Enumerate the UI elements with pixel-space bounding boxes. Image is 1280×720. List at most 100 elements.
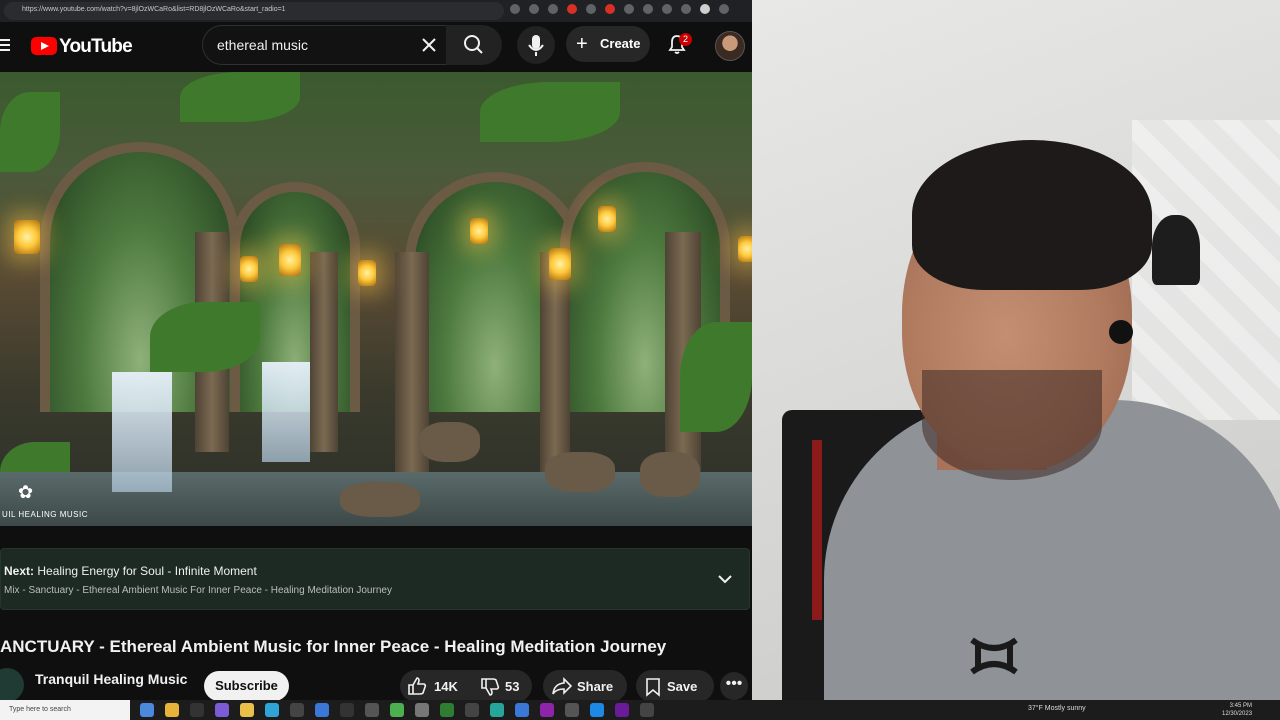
video-pillar [310,252,338,452]
extension-icon[interactable] [624,4,634,14]
lantern [598,206,616,232]
app-icon[interactable] [415,703,429,717]
up-next-label: Next: [4,564,35,578]
file-explorer-icon[interactable] [240,703,254,717]
lantern [240,256,258,282]
star-icon[interactable] [548,4,558,14]
user-avatar[interactable] [715,31,745,61]
close-icon[interactable] [421,37,437,53]
lantern [14,220,40,254]
share-button[interactable]: Share [543,670,627,700]
up-next-title[interactable]: Healing Energy for Soul - Infinite Momen… [37,564,256,578]
plus-icon: + [576,33,588,55]
weather-widget[interactable]: 37°F Mostly sunny [1028,705,1086,712]
taskbar-search-input[interactable]: Type here to search [0,700,130,720]
app-icon[interactable] [190,703,204,717]
search-query: ethereal music [217,37,309,53]
search-button[interactable] [446,25,502,65]
share-label: Share [577,679,614,694]
youtube-wordmark[interactable]: YouTube [59,36,133,58]
puzzle-icon[interactable] [681,4,691,14]
lantern [738,236,752,262]
more-options-button[interactable]: ••• [720,672,748,700]
clock-date: 12/30/2023 [1222,711,1253,717]
task-view-icon[interactable] [140,703,154,717]
channel-watermark: ✿ UIL HEALING MUSIC [2,482,92,522]
up-next-bar[interactable]: Next: Healing Energy for Soul - Infinite… [0,548,750,610]
watermark-text: UIL HEALING MUSIC [2,510,88,519]
waterfall [262,362,310,462]
thumbs-down-icon[interactable] [479,677,501,697]
channel-name[interactable]: Tranquil Healing Music [35,671,187,687]
app-icon[interactable] [640,703,654,717]
app-icon[interactable] [615,703,629,717]
microphone-icon [528,35,544,56]
browser-extensions [510,4,729,14]
app-icon[interactable] [440,703,454,717]
like-count[interactable]: 14K [434,679,458,694]
foliage [0,92,60,172]
foliage [480,82,620,142]
lantern [549,248,571,280]
app-icon[interactable] [490,703,504,717]
rock [420,422,480,462]
edge-icon[interactable] [265,703,279,717]
extension-icon[interactable] [662,4,672,14]
lantern [279,244,301,276]
subscribe-button[interactable]: Subscribe [204,671,289,700]
channel-avatar[interactable] [0,668,24,700]
extension-icon[interactable] [567,4,577,14]
lantern [470,218,488,244]
playlist-mix-title[interactable]: Mix - Sanctuary - Ethereal Ambient Music… [4,585,392,596]
extension-icon[interactable] [586,4,596,14]
dislike-count[interactable]: 53 [505,679,519,694]
hamburger-menu-icon[interactable] [0,39,10,53]
bookmark-icon [646,678,660,697]
waterfall [112,372,172,492]
youtube-logo-icon[interactable] [31,37,57,55]
app-icon[interactable] [315,703,329,717]
rock [640,452,700,497]
webcam-feed [752,0,1280,704]
lotus-icon: ✿ [18,482,34,502]
app-icon[interactable] [590,703,604,717]
foliage [150,302,260,372]
extension-icon[interactable] [510,4,520,14]
extension-icon[interactable] [643,4,653,14]
search-icon [464,35,483,54]
thumbs-up-icon[interactable] [406,676,428,696]
app-icon[interactable] [290,703,304,717]
record-icon[interactable] [605,4,615,14]
app-icon[interactable] [365,703,379,717]
menu-dots-icon[interactable] [719,4,729,14]
chevron-down-icon[interactable] [717,574,733,584]
save-label: Save [667,679,698,694]
app-icon[interactable] [390,703,404,717]
create-label: Create [600,36,641,51]
share-icon [552,677,573,695]
youtube-header: YouTube ethereal music + Create 2 [0,22,752,72]
search-input[interactable]: ethereal music [202,25,448,65]
app-icon[interactable] [515,703,529,717]
rock [545,452,615,492]
app-icon[interactable] [465,703,479,717]
earbud [1109,320,1133,344]
video-player[interactable]: ✿ UIL HEALING MUSIC [0,72,752,526]
save-button[interactable]: Save [636,670,714,700]
url-text: https://www.youtube.com/watch?v=8jlOzWCa… [22,6,286,13]
app-icon[interactable] [565,703,579,717]
taskbar-apps [140,703,654,717]
rock [340,482,420,517]
app-icon[interactable] [215,703,229,717]
bookmark-icon[interactable] [529,4,539,14]
profile-icon[interactable] [700,4,710,14]
system-clock[interactable]: 3:45 PM 12/30/2023 [1222,702,1252,718]
create-button[interactable]: + Create [566,26,650,62]
notification-count-badge: 2 [679,33,692,46]
app-icon[interactable] [540,703,554,717]
voice-search-button[interactable] [517,26,555,64]
more-dots-icon: ••• [725,675,743,692]
url-field[interactable]: https://www.youtube.com/watch?v=8jlOzWCa… [4,2,504,20]
app-icon[interactable] [340,703,354,717]
chrome-icon[interactable] [165,703,179,717]
